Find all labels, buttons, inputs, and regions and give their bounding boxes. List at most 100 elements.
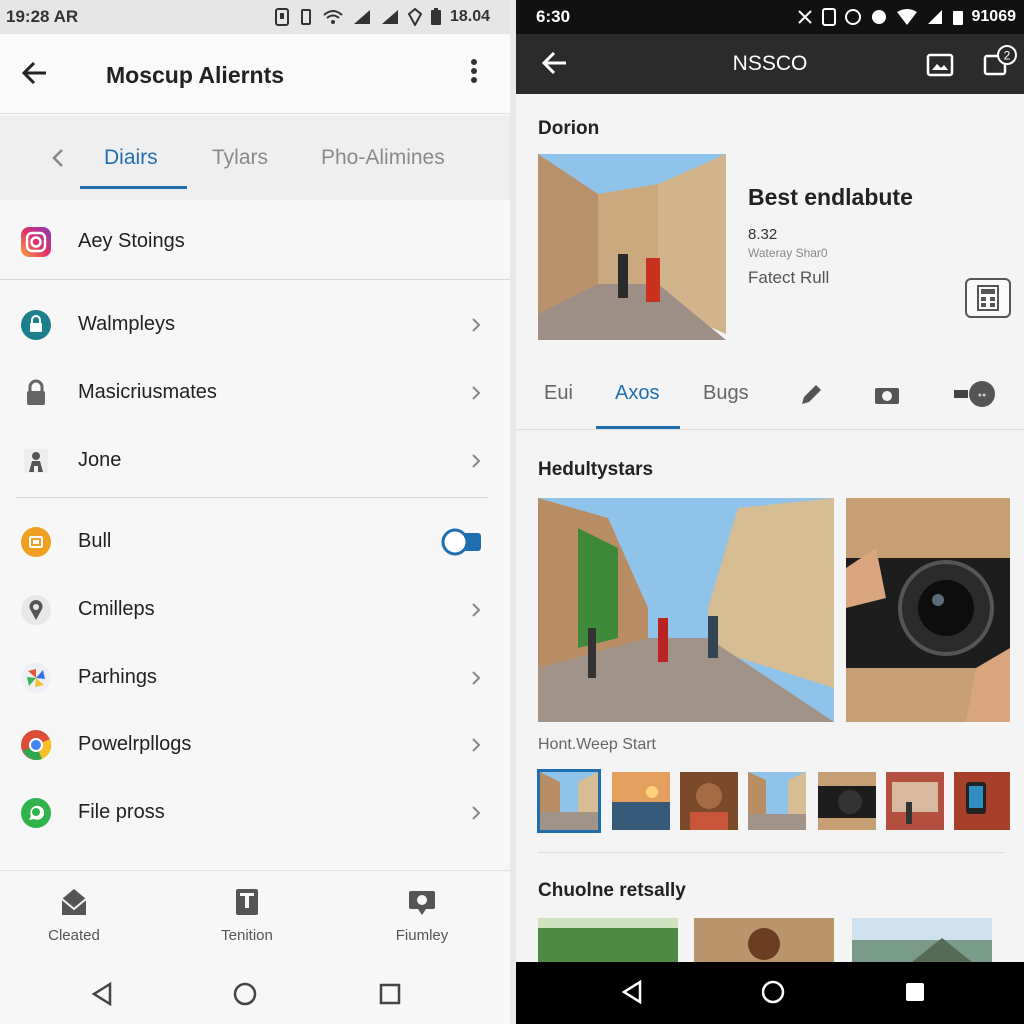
calculator-icon xyxy=(977,285,999,311)
copy-badge-icon[interactable]: 2 xyxy=(982,44,1018,80)
home-circle-icon[interactable] xyxy=(759,978,787,1006)
section-title: Hedultystars xyxy=(538,459,654,480)
bottom-nav-tenition[interactable]: Tenition xyxy=(187,885,307,945)
signal-icon-2 xyxy=(381,10,398,24)
status-time: 19:28 AR xyxy=(6,7,79,26)
list-item[interactable]: Aey Stoings xyxy=(0,210,510,274)
list-item-label: File pross xyxy=(78,801,165,823)
photo-street[interactable] xyxy=(538,498,834,722)
alarm-icon xyxy=(844,9,861,25)
thumbnail[interactable] xyxy=(748,772,806,830)
chevron-right-icon xyxy=(472,671,481,685)
active-tab-indicator xyxy=(596,426,680,429)
tab-tylars[interactable]: Tylars xyxy=(212,146,268,170)
status-bar: 19:28 AR 18.04 xyxy=(0,0,510,34)
back-triangle-icon[interactable] xyxy=(618,978,646,1006)
list-item[interactable]: Jone xyxy=(0,429,510,493)
chevron-right-icon xyxy=(472,603,481,617)
list-item[interactable]: Masicriusmates xyxy=(0,361,510,425)
wifi-icon xyxy=(323,10,343,24)
list-item[interactable]: Parhings xyxy=(0,646,510,710)
list-item-label: Bull xyxy=(78,530,112,552)
gallery-icon[interactable] xyxy=(924,48,956,80)
signal-icon xyxy=(927,10,942,24)
tab-axos[interactable]: Axos xyxy=(615,382,659,405)
photo-camera[interactable] xyxy=(846,498,1010,722)
tab-pho-alimines[interactable]: Pho-Alimines xyxy=(321,146,445,170)
tab-bar: Eui Axos Bugs ●● xyxy=(516,360,1024,430)
list-item[interactable]: Cmilleps xyxy=(0,578,510,642)
more-options-icon[interactable] xyxy=(462,56,486,90)
tab-eui[interactable]: Eui xyxy=(544,382,573,405)
phone-icon xyxy=(821,8,836,26)
svg-text:●●: ●● xyxy=(978,392,986,399)
list-item-label: Powelrpllogs xyxy=(78,733,192,755)
divider xyxy=(538,852,1004,853)
thumbnail[interactable] xyxy=(612,772,670,830)
tab-bugs[interactable]: Bugs xyxy=(703,382,749,405)
section-title: Dorion xyxy=(538,118,600,139)
hero-link[interactable]: Fatect Rull xyxy=(748,268,829,288)
hero-image[interactable] xyxy=(538,154,726,340)
hero-number: 8.32 xyxy=(748,226,778,243)
list-item-label: Jone xyxy=(78,449,122,471)
status-icons: 18.04 xyxy=(274,8,490,26)
list-item[interactable]: Powelrpllogs xyxy=(0,713,510,777)
globe-icon xyxy=(871,10,886,24)
bottom-nav-cleated[interactable]: Cleated xyxy=(14,885,134,945)
settings-screen: 19:28 AR 18.04 Moscup Aliernts Diairs Ty… xyxy=(0,0,510,1024)
back-triangle-icon[interactable] xyxy=(88,980,116,1008)
envelope-icon xyxy=(61,889,87,915)
list-item-label: Walmpleys xyxy=(78,313,176,335)
whatsapp-icon xyxy=(21,798,51,828)
tag-icon xyxy=(236,889,258,915)
signal-icon xyxy=(353,10,370,24)
chevron-right-icon xyxy=(472,454,481,468)
person-icon xyxy=(24,449,48,473)
nfc-icon xyxy=(274,8,289,26)
tab-diairs[interactable]: Diairs xyxy=(104,146,158,170)
list-item-label: Aey Stoings xyxy=(78,230,185,252)
pencil-icon[interactable] xyxy=(796,380,826,408)
photo-coast[interactable] xyxy=(852,918,992,962)
instagram-icon xyxy=(21,227,51,257)
vibrate-icon xyxy=(300,9,311,25)
camera-frame-icon xyxy=(409,891,435,915)
recents-square-icon[interactable] xyxy=(376,980,404,1008)
chevron-right-icon xyxy=(472,386,481,400)
toggle-chip-icon[interactable]: ●● xyxy=(952,380,998,408)
list-item[interactable]: Walmpleys xyxy=(0,293,510,357)
home-circle-icon[interactable] xyxy=(231,980,259,1008)
list-item[interactable]: File pross xyxy=(0,781,510,845)
recents-square-icon[interactable] xyxy=(901,978,929,1006)
chevron-left-icon[interactable] xyxy=(46,144,70,172)
thumbnail[interactable] xyxy=(680,772,738,830)
camera-icon[interactable] xyxy=(872,380,902,408)
chrome-icon xyxy=(21,730,52,760)
thumbnail[interactable] xyxy=(537,769,601,833)
back-arrow-icon[interactable] xyxy=(20,58,50,88)
gallery-screen: 6:30 91069 NSSCO 2 Dorion Best endlabute… xyxy=(516,0,1024,1024)
battery-saver-icon xyxy=(407,8,422,26)
bottom-nav-label: Fiumley xyxy=(395,927,449,944)
status-bar: 6:30 91069 xyxy=(516,0,1024,34)
calculator-button[interactable] xyxy=(965,278,1011,318)
bottom-nav-label: Cleated xyxy=(48,927,100,944)
lock-badge-icon xyxy=(21,310,51,340)
toggle-switch[interactable] xyxy=(441,528,483,556)
app-bar: NSSCO 2 xyxy=(516,34,1024,94)
thumbnail[interactable] xyxy=(818,772,876,830)
chevron-right-icon xyxy=(472,806,481,820)
photo-portrait[interactable] xyxy=(694,918,834,962)
list-item[interactable]: Bull xyxy=(0,510,510,574)
wifi-icon xyxy=(896,9,917,25)
thumbnail[interactable] xyxy=(886,772,944,830)
status-time: 6:30 xyxy=(536,7,571,26)
location-pin-icon xyxy=(21,595,51,625)
chevron-right-icon xyxy=(472,738,481,752)
bottom-nav-fiumley[interactable]: Fiumley xyxy=(362,885,482,945)
thumbnail[interactable] xyxy=(954,772,1010,830)
tab-bar: Diairs Tylars Pho-Alimines xyxy=(0,116,510,200)
photo-park[interactable] xyxy=(538,918,678,962)
status-battery: 91069 xyxy=(971,8,1017,25)
